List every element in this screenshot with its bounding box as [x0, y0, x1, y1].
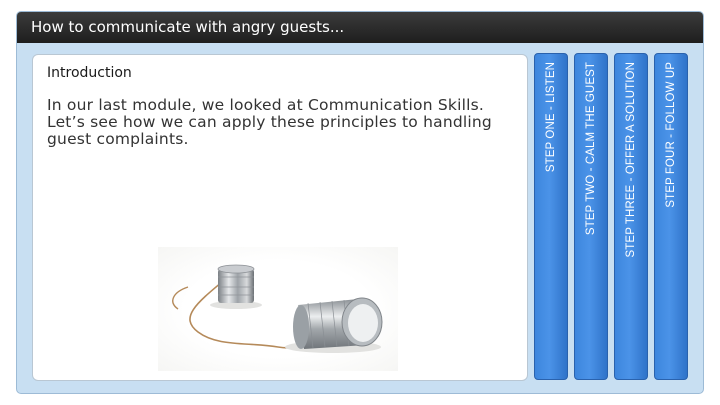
- content-panel: Introduction In our last module, we look…: [32, 54, 528, 381]
- tin-can-telephone-icon: [172, 264, 383, 353]
- lesson-frame: How to communicate with angry guests... …: [16, 11, 704, 394]
- tin-can-telephone-image: [158, 247, 398, 371]
- step-four-label: STEP FOUR - FOLLOW UP: [665, 62, 677, 208]
- intro-text: In our last module, we looked at Communi…: [47, 96, 492, 148]
- window-title: How to communicate with angry guests...: [17, 12, 703, 43]
- step-one-label: STEP ONE - LISTEN: [545, 62, 557, 173]
- step-three-tab[interactable]: STEP THREE - OFFER A SOLUTION: [614, 53, 648, 380]
- step-two-tab[interactable]: STEP TWO - CALM THE GUEST: [574, 53, 608, 380]
- step-one-tab[interactable]: STEP ONE - LISTEN: [534, 53, 568, 380]
- section-heading: Introduction: [47, 65, 132, 81]
- step-two-label: STEP TWO - CALM THE GUEST: [585, 62, 597, 236]
- step-four-tab[interactable]: STEP FOUR - FOLLOW UP: [654, 53, 688, 380]
- step-three-label: STEP THREE - OFFER A SOLUTION: [625, 62, 637, 258]
